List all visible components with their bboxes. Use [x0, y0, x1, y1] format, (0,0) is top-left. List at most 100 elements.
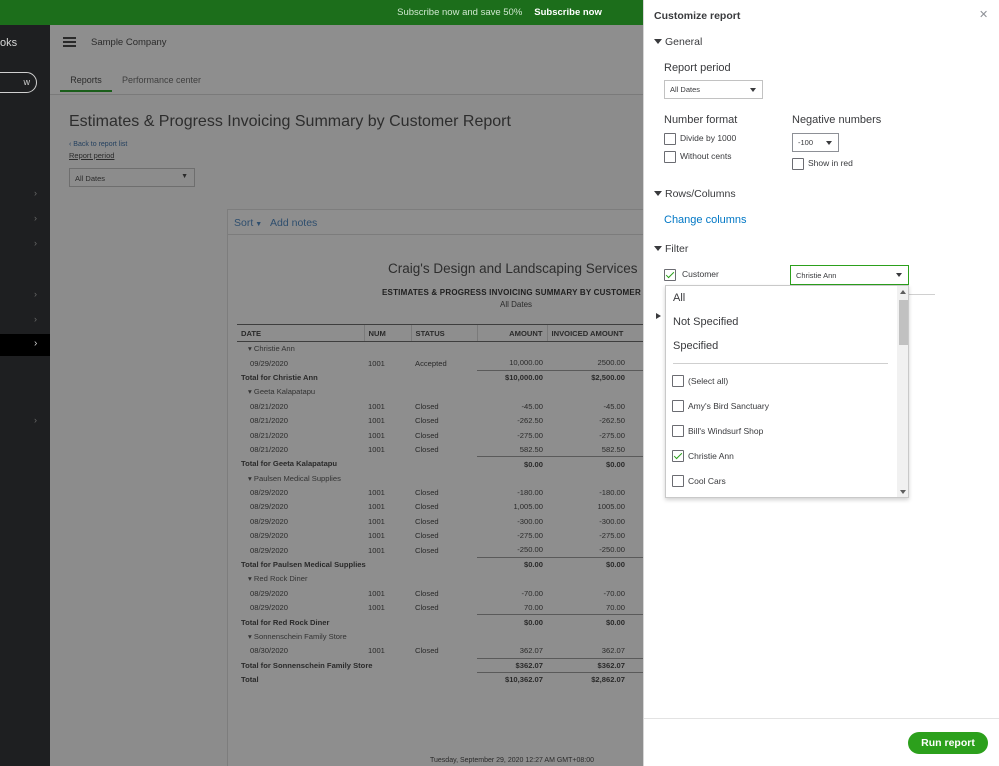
column-header[interactable]: INVOICED AMOUNT [546, 324, 643, 342]
chevron-right-icon[interactable]: › [34, 238, 37, 248]
hamburger-menu-icon[interactable] [63, 37, 76, 47]
divide-by-1000-checkbox[interactable] [664, 133, 676, 145]
report-period-select[interactable]: All Dates ▼ [69, 168, 195, 187]
total-invoiced-cell[interactable]: $0.00 [547, 456, 643, 472]
invoiced-amount-cell[interactable]: 70.00 [547, 601, 643, 615]
customer-group-label[interactable]: ▾ Christie Ann [237, 342, 643, 356]
total-invoiced-cell[interactable]: $2,862.07 [547, 671, 643, 687]
sort-button[interactable]: Sort ▼ [234, 217, 262, 229]
total-amount-cell[interactable]: $10,362.07 [477, 671, 547, 687]
invoiced-amount-cell[interactable]: 582.50 [547, 442, 643, 456]
add-notes-button[interactable]: Add notes [270, 217, 317, 229]
grand-total-row: Total $10,362.07 $2,862.07 [237, 671, 643, 687]
amount-cell[interactable]: 70.00 [477, 601, 547, 615]
change-columns-link[interactable]: Change columns [664, 214, 747, 226]
customer-group-label[interactable]: ▾ Red Rock Diner [237, 572, 643, 586]
section-rows-columns-toggle[interactable]: Rows/Columns [654, 188, 736, 200]
column-header[interactable]: AMOUNT [476, 324, 547, 342]
show-in-red-checkbox[interactable] [792, 158, 804, 170]
amount-cell[interactable]: 582.50 [477, 442, 547, 456]
option-all[interactable]: All [673, 292, 685, 304]
chevron-right-icon[interactable]: › [34, 188, 37, 198]
total-amount-cell[interactable]: $0.00 [477, 614, 547, 630]
invoiced-amount-cell[interactable]: -275.00 [547, 428, 643, 442]
caret-right-icon[interactable] [656, 313, 661, 319]
customer-group-label[interactable]: ▾ Geeta Kalapatapu [237, 385, 643, 399]
total-invoiced-cell[interactable]: $2,500.00 [547, 369, 643, 385]
invoiced-amount-cell[interactable]: 2500.00 [547, 356, 643, 370]
section-filter-toggle[interactable]: Filter [654, 243, 688, 255]
select-all-checkbox[interactable] [672, 375, 684, 387]
column-header[interactable]: NUM [363, 324, 411, 342]
chevron-right-icon[interactable]: › [34, 314, 37, 324]
invoiced-amount-cell[interactable]: -250.00 [547, 543, 643, 557]
customer-checkbox-bills-windsurf-shop[interactable] [672, 425, 684, 437]
nav-item-reports-active[interactable]: › [0, 334, 50, 356]
customer-checkbox-christie-ann[interactable] [672, 450, 684, 462]
tab-performance-center[interactable]: Performance center [122, 75, 201, 85]
invoiced-amount-cell[interactable]: 1005.00 [547, 500, 643, 514]
amount-cell[interactable]: 362.07 [477, 644, 547, 658]
run-report-button[interactable]: Run report [908, 732, 988, 754]
status-cell: Closed [415, 416, 439, 426]
invoiced-amount-cell[interactable]: -262.50 [547, 413, 643, 427]
select-all-label: (Select all) [688, 376, 729, 386]
back-to-report-list-link[interactable]: ‹ Back to report list [69, 141, 127, 148]
total-amount-cell[interactable]: $362.07 [477, 657, 547, 673]
negative-numbers-select[interactable]: -100 [792, 133, 839, 152]
amount-cell[interactable]: -70.00 [477, 586, 547, 600]
customer-group-label[interactable]: ▾ Paulsen Medical Supplies [237, 471, 643, 485]
invoiced-amount-cell[interactable]: -300.00 [547, 514, 643, 528]
invoiced-amount-cell[interactable]: -275.00 [547, 529, 643, 543]
total-invoiced-cell[interactable]: $362.07 [547, 657, 643, 673]
scroll-down-icon[interactable] [900, 490, 906, 494]
panel-report-period-select[interactable]: All Dates [664, 80, 763, 99]
subscribe-link[interactable]: Subscribe now [534, 7, 602, 18]
chevron-right-icon[interactable]: › [34, 289, 37, 299]
amount-cell[interactable]: -180.00 [477, 485, 547, 499]
column-header[interactable]: STATUS [410, 324, 477, 342]
invoiced-amount-cell[interactable]: -70.00 [547, 586, 643, 600]
section-general-toggle[interactable]: General [654, 36, 702, 48]
invoiced-amount-cell[interactable]: 362.07 [547, 644, 643, 658]
invoiced-amount-cell[interactable]: -45.00 [547, 399, 643, 413]
total-amount-cell[interactable]: $0.00 [477, 556, 547, 572]
customer-filter-select[interactable]: Christie Ann [790, 265, 909, 285]
section-rows-columns-label: Rows/Columns [665, 188, 736, 200]
option-specified[interactable]: Specified [673, 340, 718, 352]
status-cell: Closed [415, 545, 439, 555]
new-button[interactable]: w [0, 72, 37, 93]
dropdown-scrollbar[interactable] [897, 286, 908, 497]
status-cell: Closed [415, 502, 439, 512]
amount-cell[interactable]: 1,005.00 [477, 500, 547, 514]
total-row: Total for Geeta Kalapatapu $0.00 $0.00 [237, 456, 643, 472]
amount-cell[interactable]: -275.00 [477, 428, 547, 442]
amount-cell[interactable]: -275.00 [477, 529, 547, 543]
option-not-specified[interactable]: Not Specified [673, 316, 738, 328]
amount-cell[interactable]: -45.00 [477, 399, 547, 413]
amount-cell[interactable]: -300.00 [477, 514, 547, 528]
invoiced-amount-cell[interactable]: -180.00 [547, 485, 643, 499]
date-cell: 08/29/2020 [250, 531, 289, 541]
column-header[interactable]: DATE [237, 324, 364, 342]
caret-down-icon [654, 39, 662, 44]
without-cents-checkbox[interactable] [664, 151, 676, 163]
close-icon[interactable]: ✕ [979, 8, 988, 21]
total-amount-cell[interactable]: $0.00 [477, 456, 547, 472]
chevron-right-icon[interactable]: › [34, 213, 37, 223]
table-row: 08/29/2020 1001 Closed -275.00 -275.00 [237, 529, 643, 543]
tab-reports[interactable]: Reports [60, 75, 112, 92]
customer-checkbox-amys-bird-sanctuary[interactable] [672, 400, 684, 412]
customer-filter-checkbox[interactable] [664, 269, 676, 281]
total-invoiced-cell[interactable]: $0.00 [547, 556, 643, 572]
amount-cell[interactable]: 10,000.00 [477, 356, 547, 370]
scroll-up-icon[interactable] [900, 290, 906, 294]
amount-cell[interactable]: -250.00 [477, 543, 547, 557]
customer-group-label[interactable]: ▾ Sonnenschein Family Store [237, 629, 643, 643]
scrollbar-thumb[interactable] [899, 300, 908, 345]
total-invoiced-cell[interactable]: $0.00 [547, 614, 643, 630]
customer-checkbox-cool-cars[interactable] [672, 475, 684, 487]
total-amount-cell[interactable]: $10,000.00 [477, 369, 547, 385]
chevron-right-icon[interactable]: › [34, 415, 37, 425]
amount-cell[interactable]: -262.50 [477, 413, 547, 427]
